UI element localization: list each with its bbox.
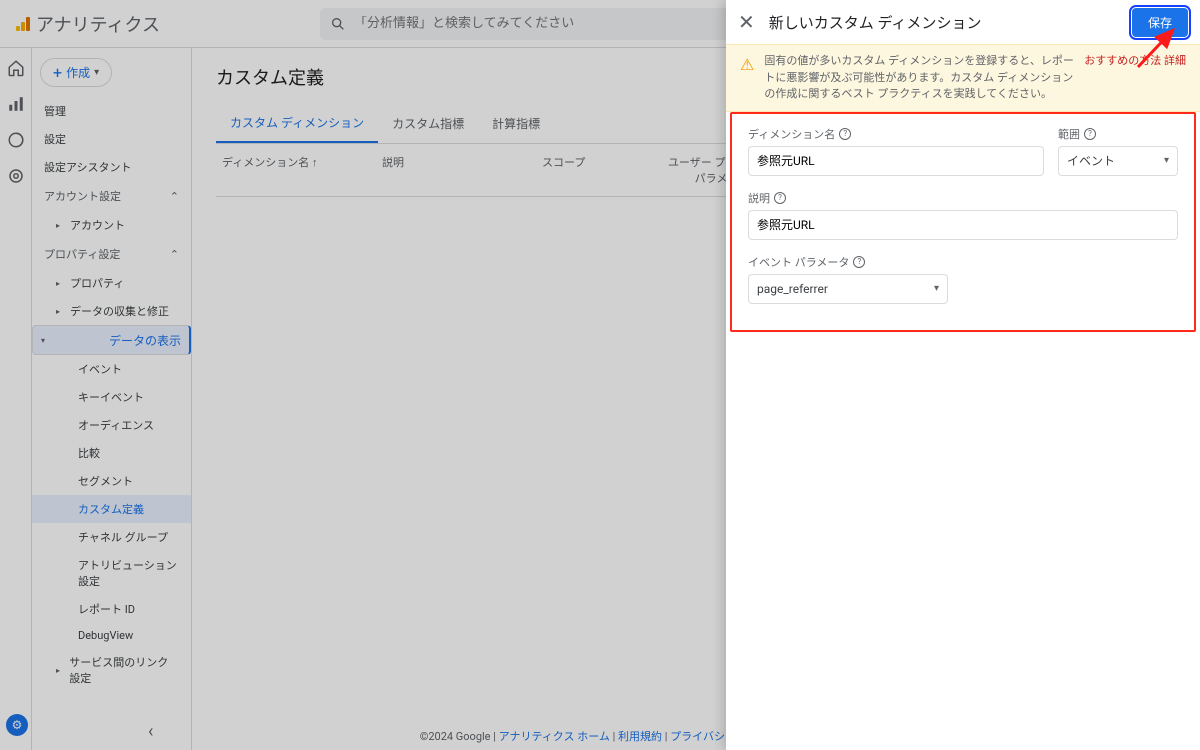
warning-text: 固有の値が多いカスタム ディメンションを登録すると、レポートに悪影響が及ぶ可能性… (764, 53, 1074, 103)
help-icon[interactable]: ? (839, 128, 851, 140)
label-description: 説明? (748, 190, 1178, 206)
chevron-down-icon: ▾ (934, 283, 939, 294)
help-icon[interactable]: ? (1084, 128, 1096, 140)
panel-header: ✕ 新しいカスタム ディメンション 保存 (726, 0, 1200, 44)
close-icon[interactable]: ✕ (738, 10, 755, 34)
label-scope: 範囲? (1058, 126, 1178, 142)
label-dimension-name: ディメンション名? (748, 126, 1044, 142)
warning-icon: ⚠ (740, 53, 754, 103)
label-event-parameter: イベント パラメータ? (748, 254, 948, 270)
chevron-down-icon: ▾ (1164, 155, 1169, 166)
create-dimension-panel: ✕ 新しいカスタム ディメンション 保存 ⚠ 固有の値が多いカスタム ディメンシ… (726, 0, 1200, 750)
dimension-name-input[interactable] (748, 146, 1044, 176)
best-practices-link[interactable]: おすすめの方法 詳細 (1084, 53, 1186, 103)
dimension-form: ディメンション名? 範囲? イベント▾ 説明? イベント パラメータ? page… (730, 112, 1196, 332)
save-button[interactable]: 保存 (1132, 8, 1188, 37)
panel-title: 新しいカスタム ディメンション (769, 12, 1118, 33)
scope-select[interactable]: イベント▾ (1058, 146, 1178, 176)
help-icon[interactable]: ? (774, 192, 786, 204)
warning-banner: ⚠ 固有の値が多いカスタム ディメンションを登録すると、レポートに悪影響が及ぶ可… (726, 44, 1200, 112)
event-parameter-select[interactable]: page_referrer▾ (748, 274, 948, 304)
help-icon[interactable]: ? (853, 256, 865, 268)
description-input[interactable] (748, 210, 1178, 240)
